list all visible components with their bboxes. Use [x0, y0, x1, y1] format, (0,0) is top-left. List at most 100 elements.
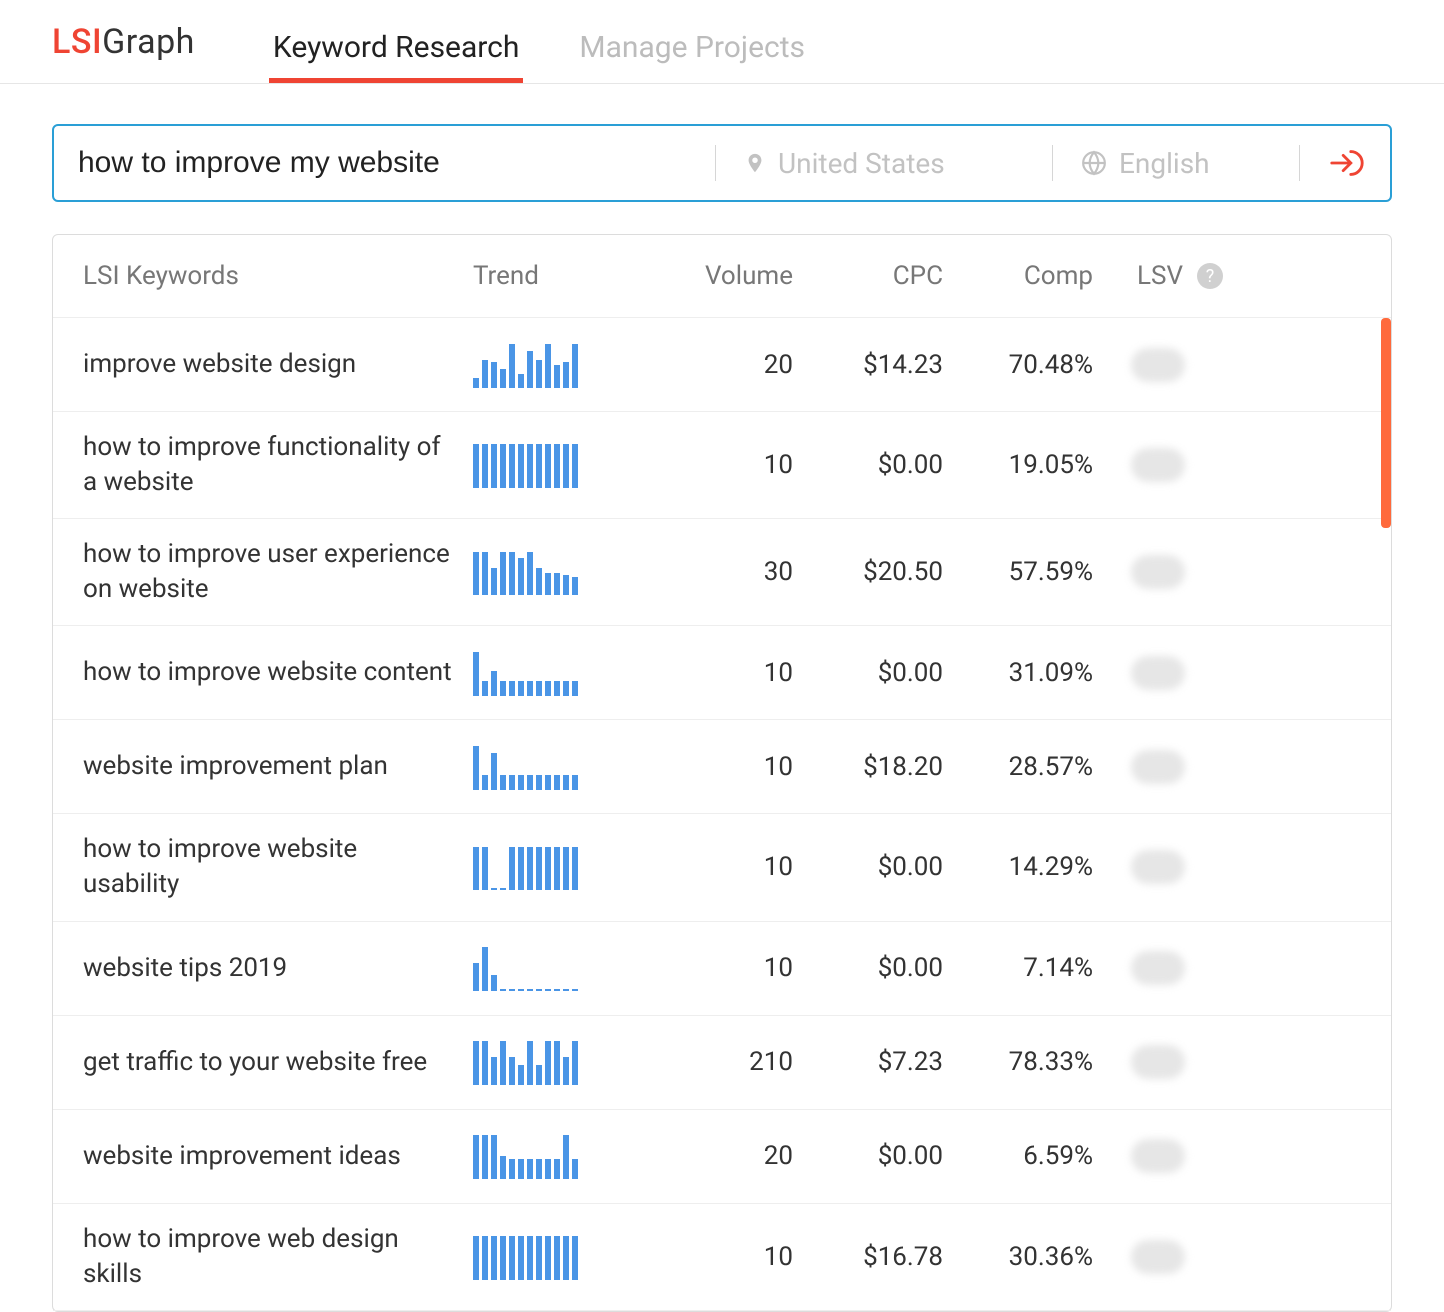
keyword-cell: how to improve web design skills	[83, 1222, 473, 1292]
cpc-cell: $7.23	[793, 1047, 943, 1077]
cpc-cell: $14.23	[793, 350, 943, 380]
keyword-cell: get traffic to your website free	[83, 1045, 473, 1080]
brand-lsi: LSI	[52, 22, 102, 62]
globe-icon	[1081, 150, 1107, 176]
col-comp[interactable]: Comp	[943, 261, 1093, 291]
search-input[interactable]	[78, 146, 687, 180]
trend-sparkline	[473, 342, 643, 388]
lsv-blurred-value	[1131, 348, 1185, 382]
scrollbar-thumb[interactable]	[1381, 318, 1391, 528]
comp-cell: 31.09%	[943, 658, 1093, 688]
table-body: improve website design20$14.2370.48% how …	[53, 318, 1391, 1311]
keyword-cell: website improvement ideas	[83, 1139, 473, 1174]
cpc-cell: $0.00	[793, 658, 943, 688]
lsv-blurred-value	[1131, 1139, 1185, 1173]
table-row[interactable]: get traffic to your website free 210$7.23…	[53, 1016, 1391, 1110]
trend-sparkline	[473, 1234, 643, 1280]
comp-cell: 6.59%	[943, 1141, 1093, 1171]
comp-cell: 28.57%	[943, 752, 1093, 782]
table-row[interactable]: how to improve user experience on websit…	[53, 519, 1391, 626]
table-row[interactable]: how to improve website content 10$0.0031.…	[53, 626, 1391, 720]
scrollbar-track[interactable]	[1381, 318, 1391, 1311]
keyword-cell: how to improve user experience on websit…	[83, 537, 473, 607]
table-row[interactable]: website improvement plan 10$18.2028.57%	[53, 720, 1391, 814]
lsv-blurred-value	[1131, 850, 1185, 884]
comp-cell: 30.36%	[943, 1242, 1093, 1272]
lsv-blurred-value	[1131, 555, 1185, 589]
volume-cell: 20	[643, 350, 793, 380]
main-nav: Keyword Research Manage Projects	[273, 0, 805, 83]
keyword-cell: website tips 2019	[83, 951, 473, 986]
lsv-blurred-value	[1131, 448, 1185, 482]
table-row[interactable]: website tips 201910$0.007.14%	[53, 922, 1391, 1016]
separator	[715, 145, 716, 181]
volume-cell: 10	[643, 658, 793, 688]
brand-logo: LSIGraph	[52, 22, 195, 62]
lsv-blurred-value	[1131, 951, 1185, 985]
lsv-cell	[1093, 348, 1223, 382]
comp-cell: 78.33%	[943, 1047, 1093, 1077]
trend-sparkline	[473, 945, 643, 991]
trend-sparkline	[473, 650, 643, 696]
lsv-cell	[1093, 1139, 1223, 1173]
comp-cell: 14.29%	[943, 852, 1093, 882]
trend-sparkline	[473, 1133, 643, 1179]
volume-cell: 20	[643, 1141, 793, 1171]
volume-cell: 10	[643, 752, 793, 782]
lsv-cell	[1093, 555, 1223, 589]
language-select[interactable]: English	[1081, 147, 1271, 180]
search-bar: United States English	[52, 124, 1392, 202]
enter-arrow-icon	[1328, 144, 1366, 182]
separator	[1052, 145, 1053, 181]
table-row[interactable]: how to improve website usability10$0.001…	[53, 814, 1391, 921]
keyword-cell: how to improve website content	[83, 655, 473, 690]
volume-cell: 210	[643, 1047, 793, 1077]
tab-manage-projects[interactable]: Manage Projects	[579, 30, 805, 83]
language-label: English	[1119, 147, 1210, 180]
table-header: LSI Keywords Trend Volume CPC Comp LSV ?	[53, 235, 1391, 318]
location-label: United States	[778, 147, 945, 180]
separator	[1299, 145, 1300, 181]
brand-graph: Graph	[102, 22, 195, 62]
comp-cell: 19.05%	[943, 450, 1093, 480]
location-pin-icon	[744, 149, 766, 177]
cpc-cell: $0.00	[793, 953, 943, 983]
volume-cell: 10	[643, 953, 793, 983]
content: United States English LSI Keywords Trend…	[0, 84, 1444, 1312]
table-row[interactable]: how to improve web design skills 10$16.78…	[53, 1204, 1391, 1311]
col-cpc[interactable]: CPC	[793, 261, 943, 291]
volume-cell: 10	[643, 1242, 793, 1272]
cpc-cell: $0.00	[793, 852, 943, 882]
topbar: LSIGraph Keyword Research Manage Project…	[0, 0, 1444, 84]
lsv-cell	[1093, 750, 1223, 784]
trend-sparkline	[473, 844, 643, 890]
col-keywords[interactable]: LSI Keywords	[83, 261, 473, 291]
cpc-cell: $18.20	[793, 752, 943, 782]
col-volume[interactable]: Volume	[643, 261, 793, 291]
cpc-cell: $16.78	[793, 1242, 943, 1272]
lsv-blurred-value	[1131, 1045, 1185, 1079]
lsv-blurred-value	[1131, 656, 1185, 690]
lsv-blurred-value	[1131, 750, 1185, 784]
keyword-cell: website improvement plan	[83, 749, 473, 784]
table-row[interactable]: how to improve functionality of a websit…	[53, 412, 1391, 519]
location-select[interactable]: United States	[744, 147, 1024, 180]
lsv-cell	[1093, 1240, 1223, 1274]
col-lsv[interactable]: LSV ?	[1093, 261, 1223, 291]
submit-button[interactable]	[1328, 144, 1366, 182]
col-trend[interactable]: Trend	[473, 261, 643, 291]
help-icon[interactable]: ?	[1197, 263, 1223, 289]
trend-sparkline	[473, 1039, 643, 1085]
cpc-cell: $0.00	[793, 450, 943, 480]
trend-sparkline	[473, 549, 643, 595]
lsv-cell	[1093, 656, 1223, 690]
comp-cell: 70.48%	[943, 350, 1093, 380]
table-row[interactable]: improve website design20$14.2370.48%	[53, 318, 1391, 412]
comp-cell: 57.59%	[943, 557, 1093, 587]
keyword-cell: how to improve functionality of a websit…	[83, 430, 473, 500]
trend-sparkline	[473, 744, 643, 790]
lsv-cell	[1093, 951, 1223, 985]
tab-keyword-research[interactable]: Keyword Research	[273, 30, 519, 83]
table-row[interactable]: website improvement ideas20$0.006.59%	[53, 1110, 1391, 1204]
volume-cell: 10	[643, 852, 793, 882]
